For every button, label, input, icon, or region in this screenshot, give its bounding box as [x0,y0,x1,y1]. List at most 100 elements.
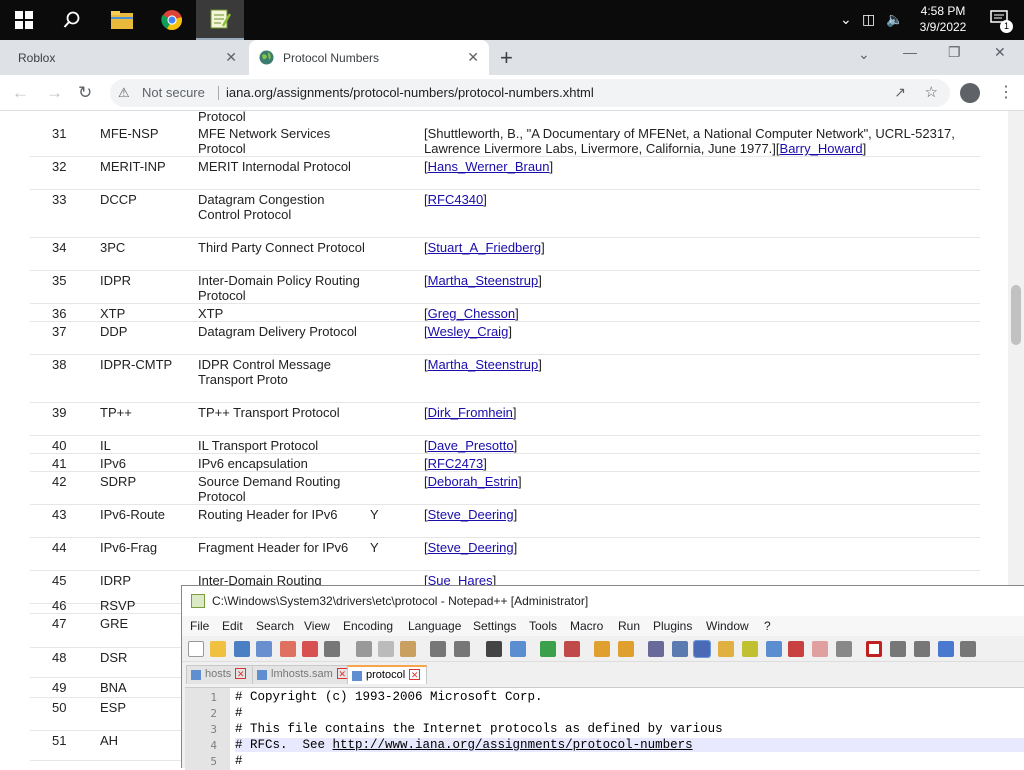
tab-search-chevron-icon[interactable]: ⌄ [858,46,870,63]
menu-tools[interactable]: Tools [529,619,557,633]
open-file-icon[interactable] [210,641,226,657]
back-icon[interactable]: ← [12,83,29,103]
new-file-icon[interactable] [188,641,204,657]
code-url-link[interactable]: http://www.iana.org/assignments/protocol… [333,738,693,752]
print-icon[interactable] [324,641,340,657]
close-tab-icon[interactable]: ✕ [467,49,479,66]
scrollbar-thumb[interactable] [1011,285,1021,345]
reference-link[interactable]: Steve_Deering [428,507,514,522]
close-window-icon[interactable]: ✕ [994,44,1006,61]
lang-udl-icon[interactable] [718,641,734,657]
menu-search[interactable]: Search [256,619,294,633]
reference-link[interactable]: RFC4340 [428,192,484,207]
redo-icon[interactable] [454,641,470,657]
editor[interactable]: 1 2 3 4 5 # Copyright (c) 1993-2006 Micr… [185,687,1024,770]
chrome-icon[interactable] [148,0,196,40]
bookmark-star-icon[interactable]: ☆ [925,83,938,101]
notepadpp-icon[interactable] [196,0,244,40]
reference-link[interactable]: Hans_Werner_Braun [428,159,550,174]
menu-macro[interactable]: Macro [570,619,603,633]
reference-link[interactable]: Dave_Presotto [428,438,514,453]
run-macro-multiple-icon[interactable] [938,641,954,657]
doc-map-icon[interactable] [742,641,758,657]
minimize-icon[interactable]: — [903,44,917,60]
code-line-current[interactable]: # RFCs. See http://www.iana.org/assignme… [235,738,1024,752]
notepadpp-titlebar[interactable]: C:\Windows\System32\drivers\etc\protocol… [182,586,1024,616]
menu-edit[interactable]: Edit [222,619,243,633]
close-file-icon[interactable] [280,641,296,657]
clock[interactable]: 4:58 PM 3/9/2022 [908,3,978,35]
folder-workspace-icon[interactable] [812,641,828,657]
menu-plugins[interactable]: Plugins [653,619,692,633]
cut-icon[interactable] [356,641,372,657]
doc-tab-protocol[interactable]: protocol ✕ [347,665,428,684]
sync-horizontal-icon[interactable] [618,641,634,657]
menu-language[interactable]: Language [408,619,461,633]
reference-link[interactable]: Steve_Deering [428,540,514,555]
profile-avatar-icon[interactable] [960,83,980,103]
tab-roblox[interactable]: Roblox ✕ [0,40,247,75]
close-doc-icon[interactable]: ✕ [409,669,421,680]
reference-link[interactable]: Stuart_A_Friedberg [428,240,541,255]
menu-view[interactable]: View [304,619,330,633]
file-explorer-icon[interactable] [98,0,146,40]
reference-link[interactable]: Dirk_Fromhein [428,405,513,420]
zoom-out-icon[interactable] [564,641,580,657]
menu-window[interactable]: Window [706,619,749,633]
undo-icon[interactable] [430,641,446,657]
code-line[interactable]: # Copyright (c) 1993-2006 Microsoft Corp… [235,690,543,704]
play-macro-icon[interactable] [914,641,930,657]
menu-help[interactable]: ? [764,619,771,633]
save-all-icon[interactable] [256,641,272,657]
reference-link[interactable]: Barry_Howard [780,141,863,156]
code-line[interactable]: # [235,754,243,768]
function-list-icon[interactable] [788,641,804,657]
omnibox[interactable]: ⚠ Not secure iana.org/assignments/protoc… [110,79,950,107]
zoom-in-icon[interactable] [540,641,556,657]
close-tab-icon[interactable]: ✕ [225,49,237,66]
copy-icon[interactable] [378,641,394,657]
close-doc-icon[interactable]: ✕ [235,668,247,679]
security-label[interactable]: Not secure [142,85,205,100]
stop-macro-icon[interactable] [890,641,906,657]
network-icon[interactable]: ◫ [862,11,875,28]
menu-encoding[interactable]: Encoding [343,619,393,633]
new-tab-icon[interactable]: + [500,45,513,71]
save-icon[interactable] [234,641,250,657]
tab-protocol-numbers[interactable]: Protocol Numbers ✕ [249,40,489,75]
find-icon[interactable] [486,641,502,657]
indent-guide-icon[interactable] [693,640,711,658]
word-wrap-icon[interactable] [648,641,664,657]
chevron-up-icon[interactable]: ⌄ [840,11,852,28]
show-all-chars-icon[interactable] [672,641,688,657]
share-icon[interactable]: ↗ [894,84,906,101]
paste-icon[interactable] [400,641,416,657]
restore-icon[interactable]: ❐ [948,44,961,61]
menu-settings[interactable]: Settings [473,619,516,633]
code-line[interactable]: # This file contains the Internet protoc… [235,722,723,736]
reference-link[interactable]: Wesley_Craig [428,324,509,339]
record-macro-icon[interactable] [866,641,882,657]
replace-icon[interactable] [510,641,526,657]
doc-tab-hosts[interactable]: hosts ✕ [186,665,254,684]
close-all-icon[interactable] [302,641,318,657]
windows-start-icon[interactable] [0,0,48,40]
menu-file[interactable]: File [190,619,209,633]
search-icon[interactable] [48,0,96,40]
monitoring-icon[interactable] [836,641,852,657]
url-text[interactable]: iana.org/assignments/protocol-numbers/pr… [226,85,594,100]
notification-center-icon[interactable]: 1 [990,10,1013,33]
reference-link[interactable]: Martha_Steenstrup [428,357,539,372]
sync-vertical-icon[interactable] [594,641,610,657]
reference-link[interactable]: Deborah_Estrin [428,474,518,489]
doc-tab-lmhosts[interactable]: lmhosts.sam ✕ [252,665,355,684]
doc-list-icon[interactable] [766,641,782,657]
reference-link[interactable]: Martha_Steenstrup [428,273,539,288]
reference-link[interactable]: Greg_Chesson [428,306,515,321]
volume-icon[interactable]: 🔈 [886,11,903,28]
menu-run[interactable]: Run [618,619,640,633]
code-line[interactable]: # [235,706,243,720]
menu-kebab-icon[interactable]: ⋮ [998,82,1014,102]
warning-icon[interactable]: ⚠ [118,85,130,101]
reload-icon[interactable]: ↻ [78,83,92,103]
